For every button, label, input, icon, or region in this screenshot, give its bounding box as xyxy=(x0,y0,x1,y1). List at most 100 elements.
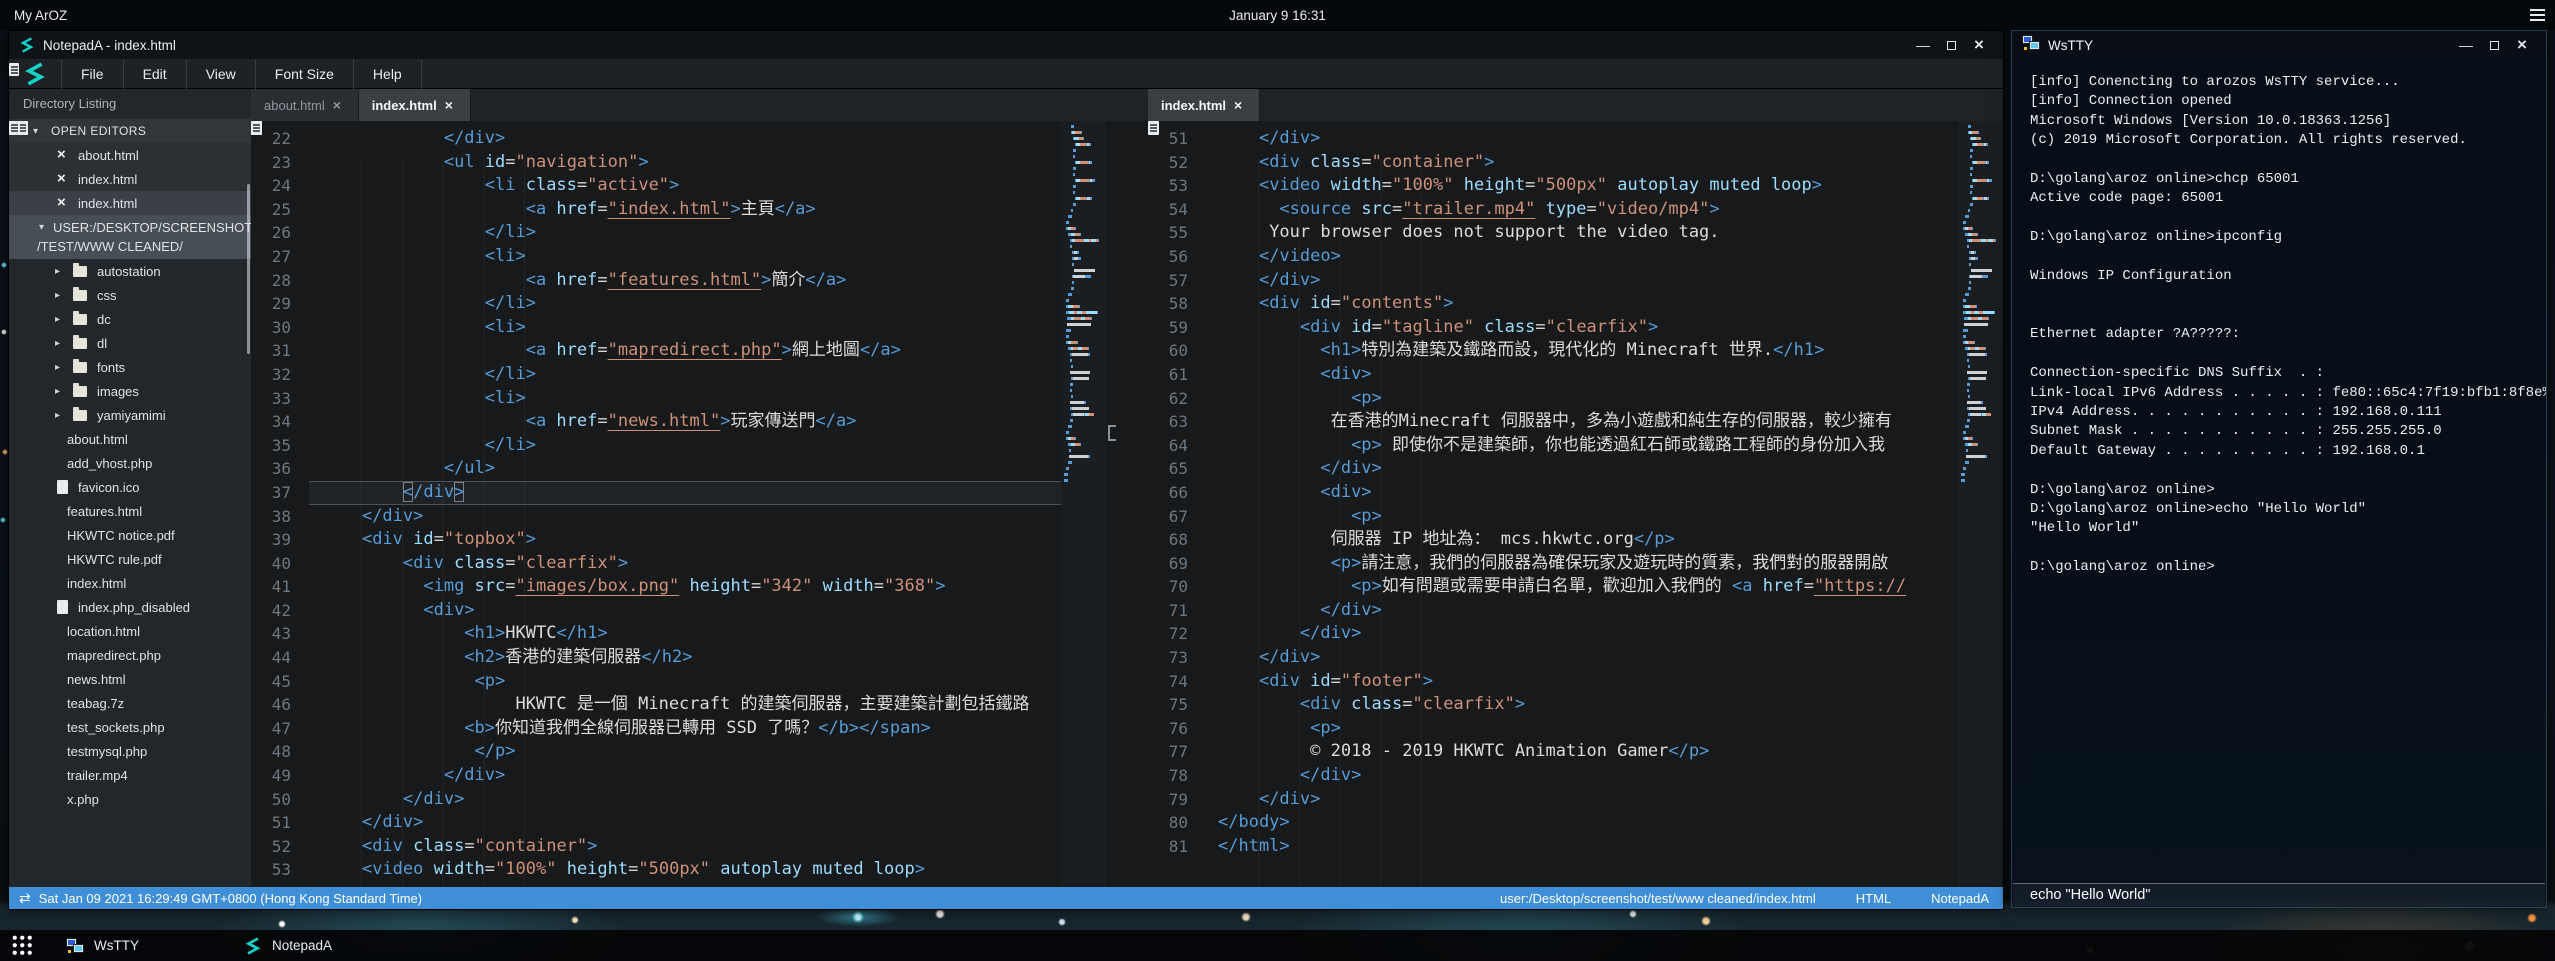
tree-file-item[interactable]: mapredirect.php xyxy=(9,643,251,667)
line-content[interactable]: <li class="active"> xyxy=(309,174,1061,198)
tree-file-item[interactable]: favicon.ico xyxy=(9,475,251,499)
tab-close-icon[interactable]: × xyxy=(1234,99,1246,111)
tree-folder-dl[interactable]: ▸dl xyxy=(9,331,251,355)
line-content[interactable]: <b>你知道我們全線伺服器已轉用 SSD 了嗎？</b></span> xyxy=(309,717,1061,741)
line-content[interactable]: </div> xyxy=(1206,764,1958,788)
line-content[interactable]: <p> 即使你不是建築師，你也能透過紅石師或鐵路工程師的身份加入我 xyxy=(1206,434,1958,458)
workspace-header[interactable]: ▾USER:/DESKTOP/SCREENSHOT/TEST/WWW CLEAN… xyxy=(9,215,251,259)
line-content[interactable]: </video> xyxy=(1206,245,1958,269)
line-content[interactable]: </div> xyxy=(1206,269,1958,293)
line-content[interactable]: </div> xyxy=(1206,622,1958,646)
tree-file-item[interactable]: teabag.7z xyxy=(9,691,251,715)
line-content[interactable]: <div> xyxy=(1206,481,1958,505)
line-content[interactable]: <p>如有問題或需要申請白名單，歡迎加入我們的 <a href="https:/… xyxy=(1206,575,1958,599)
close-icon[interactable]: × xyxy=(57,197,69,209)
status-language[interactable]: HTML xyxy=(1856,891,1891,906)
tab-close-icon[interactable]: × xyxy=(333,99,345,111)
line-content[interactable]: </div> xyxy=(1206,127,1958,151)
notepada-titlebar[interactable]: NotepadA - index.html — × xyxy=(9,31,2003,59)
line-content[interactable]: </div> xyxy=(1206,599,1958,623)
line-content[interactable]: <li> xyxy=(309,245,1061,269)
line-content[interactable]: </li> xyxy=(309,221,1061,245)
line-content[interactable]: </div> xyxy=(309,788,1061,812)
menu-item-font-size[interactable]: Font Size xyxy=(255,59,353,89)
line-content[interactable]: <h1>HKWTC</h1> xyxy=(309,622,1061,646)
line-content[interactable]: <div class="clearfix"> xyxy=(309,552,1061,576)
line-content[interactable]: <div class="container"> xyxy=(1206,151,1958,175)
tree-file-item[interactable]: HKWTC rule.pdf xyxy=(9,547,251,571)
line-content[interactable]: </li> xyxy=(309,434,1061,458)
menu-item-help[interactable]: Help xyxy=(353,59,422,89)
open-editor-item[interactable]: ×about.html xyxy=(9,143,251,167)
line-content[interactable]: 伺服器 IP 地址為： mcs.hkwtc.org</p> xyxy=(1206,528,1958,552)
line-content[interactable]: </div> xyxy=(309,764,1061,788)
line-content[interactable]: <video width="100%" height="500px" autop… xyxy=(1206,174,1958,198)
line-content[interactable]: <a href="index.html">主頁</a> xyxy=(309,198,1061,222)
line-content[interactable]: <div id="topbox"> xyxy=(309,528,1061,552)
line-content[interactable]: <a href="features.html">簡介</a> xyxy=(309,269,1061,293)
tree-file-item[interactable]: HKWTC notice.pdf xyxy=(9,523,251,547)
tree-file-item[interactable]: features.html xyxy=(9,499,251,523)
line-content[interactable]: <source src="trailer.mp4" type="video/mp… xyxy=(1206,198,1958,222)
tree-folder-yamiyamimi[interactable]: ▸yamiyamimi xyxy=(9,403,251,427)
terminal-body[interactable]: [info] Conencting to arozos WsTTY servic… xyxy=(2012,59,2546,883)
tree-folder-dc[interactable]: ▸dc xyxy=(9,307,251,331)
line-content[interactable]: <div id="tagline" class="clearfix"> xyxy=(1206,316,1958,340)
line-content[interactable]: <div class="container"> xyxy=(309,835,1061,859)
line-content[interactable]: </ul> xyxy=(309,457,1061,481)
close-icon[interactable]: × xyxy=(57,173,69,185)
tree-file-item[interactable]: about.html xyxy=(9,427,251,451)
menu-item-edit[interactable]: Edit xyxy=(123,59,186,89)
line-content[interactable]: <div class="clearfix"> xyxy=(1206,693,1958,717)
line-content[interactable]: </div> xyxy=(1206,457,1958,481)
line-content[interactable]: <p> xyxy=(1206,505,1958,529)
line-content[interactable]: </div> xyxy=(1206,788,1958,812)
hamburger-menu-icon[interactable] xyxy=(2530,9,2545,21)
tree-folder-autostation[interactable]: ▸autostation xyxy=(9,259,251,283)
taskbar-item-notepada[interactable]: NotepadA xyxy=(240,937,418,955)
tree-file-item[interactable]: location.html xyxy=(9,619,251,643)
line-content[interactable]: <div> xyxy=(309,599,1061,623)
line-content[interactable]: <video width="100%" height="500px" autop… xyxy=(309,858,1061,882)
line-content[interactable]: <li> xyxy=(309,387,1061,411)
minimap-left[interactable] xyxy=(1061,121,1106,887)
tree-file-item[interactable]: index.php_disabled xyxy=(9,595,251,619)
code-area-right[interactable]: 51 </div>52 <div class="container">53 <v… xyxy=(1148,121,1958,887)
terminal-input[interactable]: echo "Hello World" xyxy=(2013,883,2545,906)
line-content[interactable]: Your browser does not support the video … xyxy=(1206,221,1958,245)
line-content[interactable]: <a href="news.html">玩家傳送門</a> xyxy=(309,410,1061,434)
close-icon[interactable]: × xyxy=(57,149,69,161)
tree-file-item[interactable]: test_sockets.php xyxy=(9,715,251,739)
maximize-button[interactable] xyxy=(2480,31,2508,59)
menu-item-file[interactable]: File xyxy=(61,59,123,89)
line-content[interactable]: <img src="images/box.png" height="342" w… xyxy=(309,575,1061,599)
splitter-handle-icon[interactable] xyxy=(1108,425,1116,441)
line-content[interactable]: <ul id="navigation"> xyxy=(309,151,1061,175)
line-content[interactable]: </div> xyxy=(1206,646,1958,670)
tree-file-item[interactable]: trailer.mp4 xyxy=(9,763,251,787)
line-content[interactable]: </div> xyxy=(309,811,1061,835)
line-content[interactable]: <h2>香港的建築伺服器</h2> xyxy=(309,646,1061,670)
line-content[interactable]: <div id="footer"> xyxy=(1206,670,1958,694)
open-editor-item[interactable]: ×index.html xyxy=(9,191,251,215)
tab-index.html[interactable]: index.html× xyxy=(359,89,471,121)
tree-folder-images[interactable]: ▸images xyxy=(9,379,251,403)
line-content[interactable]: <p> xyxy=(1206,717,1958,741)
minimize-button[interactable]: — xyxy=(1909,31,1937,59)
wstty-titlebar[interactable]: WsTTY — × xyxy=(2012,31,2546,59)
open-editor-item[interactable]: ×index.html xyxy=(9,167,251,191)
tree-file-item[interactable]: index.html xyxy=(9,571,251,595)
open-editors-header[interactable]: ▾OPEN EDITORS xyxy=(9,119,251,143)
minimize-button[interactable]: — xyxy=(2452,31,2480,59)
close-button[interactable]: × xyxy=(1965,31,1993,59)
tree-file-item[interactable]: testmysql.php xyxy=(9,739,251,763)
line-content[interactable]: </div> xyxy=(309,505,1061,529)
line-content[interactable]: </li> xyxy=(309,292,1061,316)
minimap-right[interactable] xyxy=(1958,121,2003,887)
line-content[interactable]: </div> xyxy=(309,481,1061,505)
tree-folder-css[interactable]: ▸css xyxy=(9,283,251,307)
line-content[interactable]: <p> xyxy=(309,670,1061,694)
maximize-button[interactable] xyxy=(1937,31,1965,59)
tree-folder-fonts[interactable]: ▸fonts xyxy=(9,355,251,379)
taskbar-item-wstty[interactable]: WsTTY xyxy=(62,937,240,955)
